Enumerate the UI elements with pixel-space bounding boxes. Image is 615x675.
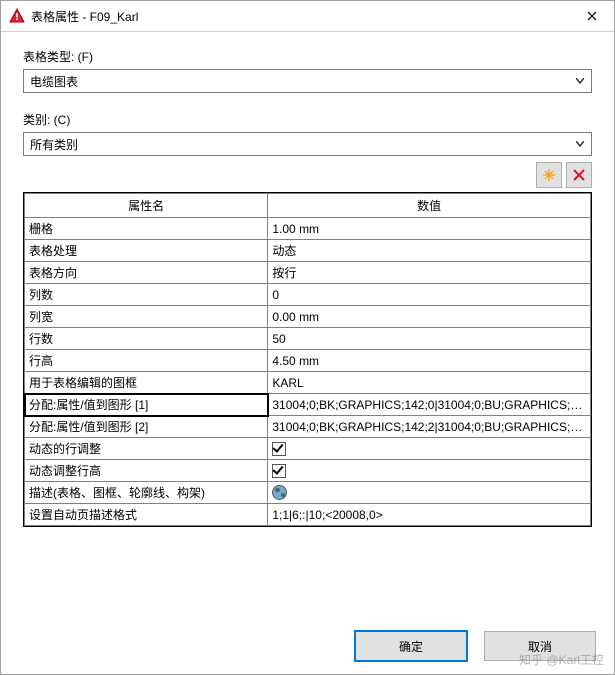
- property-name-cell[interactable]: 表格方向: [25, 262, 268, 284]
- property-value-cell[interactable]: [268, 482, 591, 504]
- property-name-cell[interactable]: 列数: [25, 284, 268, 306]
- table-row[interactable]: 动态调整行高: [25, 460, 591, 482]
- properties-table[interactable]: 属性名 数值 栅格1.00 mm表格处理动态表格方向按行列数0列宽0.00 mm…: [24, 193, 591, 526]
- chevron-down-icon: [569, 70, 591, 92]
- property-toolbar: [23, 162, 592, 188]
- category-combo[interactable]: 所有类别: [23, 132, 592, 156]
- dialog-window: 表格属性 - F09_Karl 表格类型: (F) 电缆图表 类别: (C) 所…: [0, 0, 615, 675]
- property-name-cell[interactable]: 行高: [25, 350, 268, 372]
- checkbox-checked-icon[interactable]: [272, 464, 286, 478]
- property-value-cell[interactable]: 31004;0;BK;GRAPHICS;142;2|31004;0;BU;GRA…: [268, 416, 591, 438]
- column-header-value[interactable]: 数值: [268, 194, 591, 218]
- table-row[interactable]: 动态的行调整: [25, 438, 591, 460]
- property-name-cell[interactable]: 动态调整行高: [25, 460, 268, 482]
- checkbox-checked-icon[interactable]: [272, 442, 286, 456]
- close-button[interactable]: [569, 1, 614, 31]
- table-row[interactable]: 描述(表格、图框、轮廓线、构架): [25, 482, 591, 504]
- table-row[interactable]: 用于表格编辑的图框KARL: [25, 372, 591, 394]
- table-row[interactable]: 表格处理动态: [25, 240, 591, 262]
- table-type-value: 电缆图表: [24, 73, 569, 90]
- new-property-button[interactable]: [536, 162, 562, 188]
- table-row[interactable]: 表格方向按行: [25, 262, 591, 284]
- property-name-cell[interactable]: 分配:属性/值到图形 [1]: [25, 394, 268, 416]
- window-title: 表格属性 - F09_Karl: [31, 8, 569, 25]
- property-value-cell[interactable]: 0: [268, 284, 591, 306]
- property-value-cell[interactable]: 31004;0;BK;GRAPHICS;142;0|31004;0;BU;GRA…: [268, 394, 591, 416]
- property-value-cell[interactable]: 按行: [268, 262, 591, 284]
- property-name-cell[interactable]: 行数: [25, 328, 268, 350]
- table-type-combo[interactable]: 电缆图表: [23, 69, 592, 93]
- table-row[interactable]: 列宽0.00 mm: [25, 306, 591, 328]
- table-row[interactable]: 设置自动页描述格式1;1|6;:|10;<20008,0>: [25, 504, 591, 526]
- table-row[interactable]: 栅格1.00 mm: [25, 218, 591, 240]
- dialog-content: 表格类型: (F) 电缆图表 类别: (C) 所有类别: [1, 32, 614, 618]
- property-value-cell[interactable]: 0.00 mm: [268, 306, 591, 328]
- category-label: 类别: (C): [23, 111, 592, 128]
- property-value-cell[interactable]: [268, 460, 591, 482]
- property-value-cell[interactable]: 1;1|6;:|10;<20008,0>: [268, 504, 591, 526]
- property-name-cell[interactable]: 栅格: [25, 218, 268, 240]
- property-name-cell[interactable]: 动态的行调整: [25, 438, 268, 460]
- dialog-footer: 确定 取消: [1, 618, 614, 674]
- table-row[interactable]: 列数0: [25, 284, 591, 306]
- table-type-label: 表格类型: (F): [23, 48, 592, 65]
- property-value-cell[interactable]: [268, 438, 591, 460]
- property-value-cell[interactable]: 1.00 mm: [268, 218, 591, 240]
- property-name-cell[interactable]: 表格处理: [25, 240, 268, 262]
- property-value-cell[interactable]: 4.50 mm: [268, 350, 591, 372]
- app-icon: [9, 8, 25, 24]
- column-header-name[interactable]: 属性名: [25, 194, 268, 218]
- property-name-cell[interactable]: 设置自动页描述格式: [25, 504, 268, 526]
- property-name-cell[interactable]: 分配:属性/值到图形 [2]: [25, 416, 268, 438]
- globe-icon[interactable]: [272, 485, 287, 500]
- property-value-cell[interactable]: KARL: [268, 372, 591, 394]
- cancel-button[interactable]: 取消: [484, 631, 596, 661]
- table-row[interactable]: 行高4.50 mm: [25, 350, 591, 372]
- table-row[interactable]: 行数50: [25, 328, 591, 350]
- property-value-cell[interactable]: 50: [268, 328, 591, 350]
- property-name-cell[interactable]: 描述(表格、图框、轮廓线、构架): [25, 482, 268, 504]
- table-row[interactable]: 分配:属性/值到图形 [1]31004;0;BK;GRAPHICS;142;0|…: [25, 394, 591, 416]
- property-name-cell[interactable]: 用于表格编辑的图框: [25, 372, 268, 394]
- property-name-cell[interactable]: 列宽: [25, 306, 268, 328]
- delete-property-button[interactable]: [566, 162, 592, 188]
- table-row[interactable]: 分配:属性/值到图形 [2]31004;0;BK;GRAPHICS;142;2|…: [25, 416, 591, 438]
- category-value: 所有类别: [24, 136, 569, 153]
- property-value-cell[interactable]: 动态: [268, 240, 591, 262]
- title-bar: 表格属性 - F09_Karl: [1, 1, 614, 32]
- ok-button[interactable]: 确定: [354, 630, 468, 662]
- chevron-down-icon: [569, 133, 591, 155]
- properties-table-wrap: 属性名 数值 栅格1.00 mm表格处理动态表格方向按行列数0列宽0.00 mm…: [23, 192, 592, 527]
